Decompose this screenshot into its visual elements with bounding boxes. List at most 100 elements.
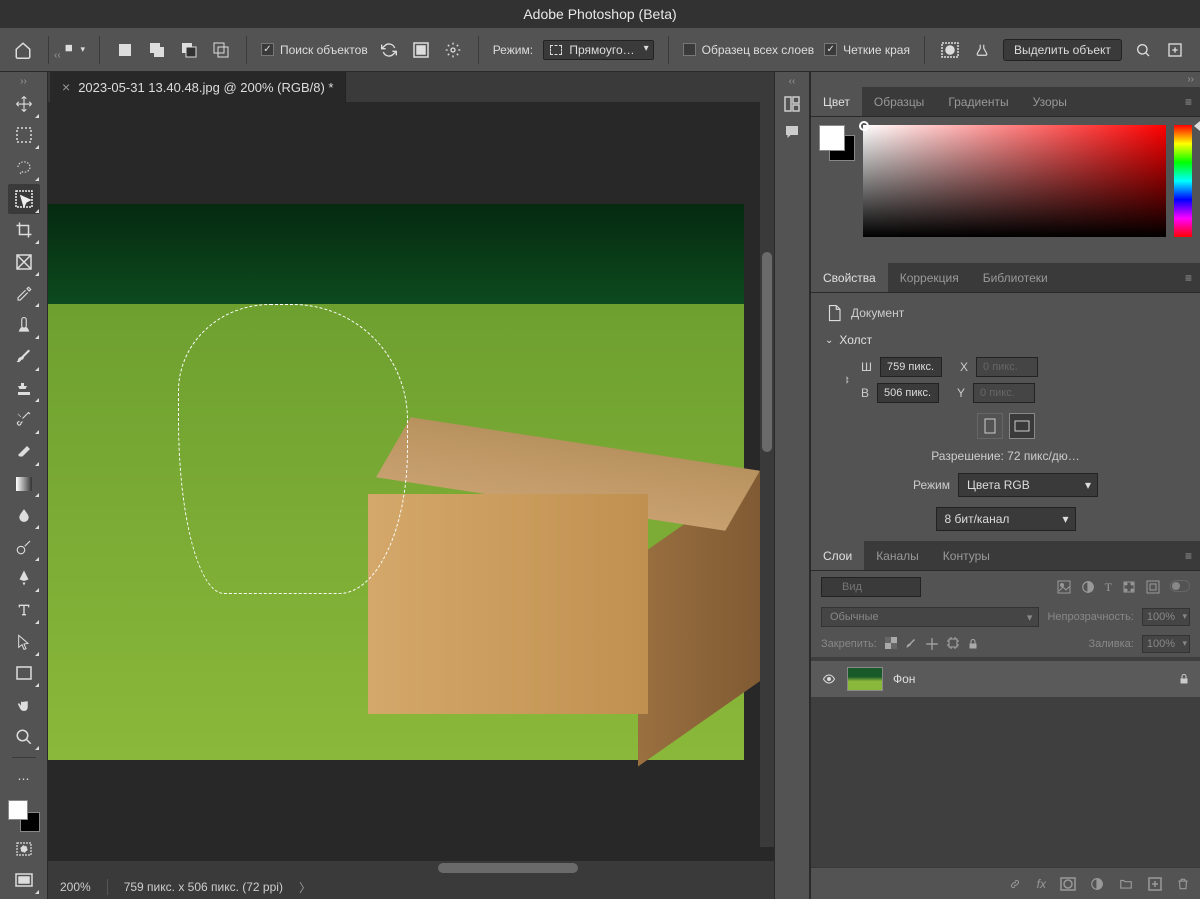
fill-value[interactable]: 100%	[1142, 635, 1190, 653]
select-mask-icon[interactable]	[939, 39, 961, 61]
quick-mask-icon[interactable]	[8, 834, 40, 864]
eraser-tool[interactable]	[8, 437, 40, 467]
select-subject-button[interactable]: Выделить объект	[1003, 39, 1122, 61]
tab-layers[interactable]: Слои	[811, 541, 864, 570]
add-selection-icon[interactable]	[146, 39, 168, 61]
tab-patterns[interactable]: Узоры	[1021, 87, 1079, 116]
tab-properties[interactable]: Свойства	[811, 263, 888, 292]
arrange-icon[interactable]	[781, 93, 803, 115]
hue-slider[interactable]	[1174, 125, 1192, 237]
filter-adjustment-icon[interactable]	[1081, 580, 1095, 595]
new-layer-icon[interactable]	[1148, 877, 1162, 891]
lock-transparency-icon[interactable]	[885, 637, 897, 651]
gear-icon[interactable]	[442, 39, 464, 61]
lock-all-icon[interactable]	[967, 637, 979, 651]
color-swatches[interactable]	[8, 800, 40, 832]
clone-stamp-tool[interactable]	[8, 374, 40, 404]
refresh-icon[interactable]	[378, 39, 400, 61]
new-adjustment-layer-icon[interactable]	[1090, 877, 1104, 891]
crop-tool[interactable]	[8, 216, 40, 246]
collapse-toolbar-icon[interactable]: ››	[14, 76, 33, 87]
saturation-value-picker[interactable]	[863, 125, 1166, 237]
canvas-viewport[interactable]	[48, 102, 774, 861]
filter-shape-icon[interactable]	[1122, 580, 1136, 595]
blur-tool[interactable]	[8, 500, 40, 530]
canvas[interactable]	[48, 204, 744, 760]
new-group-icon[interactable]	[1118, 877, 1134, 891]
tab-color[interactable]: Цвет	[811, 87, 862, 116]
tab-channels[interactable]: Каналы	[864, 541, 931, 570]
add-mask-icon[interactable]	[1060, 877, 1076, 891]
sample-all-layers-checkbox[interactable]: Образец всех слоев	[683, 43, 815, 57]
rectangle-tool[interactable]	[8, 659, 40, 689]
expand-left-icon[interactable]: ‹‹	[48, 50, 67, 61]
frame-tool[interactable]	[8, 247, 40, 277]
eyedropper-tool[interactable]	[8, 279, 40, 309]
mode-select[interactable]: Прямоуго…	[543, 40, 654, 60]
screen-mode-icon[interactable]	[8, 865, 40, 895]
tab-paths[interactable]: Контуры	[931, 541, 1002, 570]
filter-type-icon[interactable]: T	[1105, 580, 1112, 595]
object-selection-tool[interactable]	[8, 184, 40, 214]
visibility-toggle-icon[interactable]	[821, 673, 837, 685]
path-selection-tool[interactable]	[8, 627, 40, 657]
bit-depth-select[interactable]: 8 бит/канал	[936, 507, 1076, 531]
properties-panel-menu-icon[interactable]: ≡	[1177, 263, 1200, 292]
comments-icon[interactable]	[781, 121, 803, 143]
blend-mode-select[interactable]: Обычные	[821, 607, 1039, 627]
close-tab-icon[interactable]: ×	[62, 79, 70, 95]
layer-row[interactable]: Фон	[811, 661, 1200, 697]
status-more-icon[interactable]: 〉	[299, 879, 311, 896]
horizontal-scrollbar[interactable]	[48, 861, 774, 875]
layers-panel-menu-icon[interactable]: ≡	[1177, 541, 1200, 570]
lasso-tool[interactable]	[8, 152, 40, 182]
canvas-group-toggle[interactable]: ⌄ Холст	[825, 333, 1186, 347]
history-brush-tool[interactable]	[8, 405, 40, 435]
foreground-color-swatch[interactable]	[8, 800, 28, 820]
beaker-icon[interactable]	[971, 39, 993, 61]
opacity-value[interactable]: 100%	[1142, 608, 1190, 626]
zoom-tool[interactable]	[8, 722, 40, 752]
filter-smart-icon[interactable]	[1146, 580, 1160, 595]
layer-filter-input[interactable]	[821, 577, 921, 597]
tab-gradients[interactable]: Градиенты	[936, 87, 1020, 116]
brush-tool[interactable]	[8, 342, 40, 372]
hand-tool[interactable]	[8, 690, 40, 720]
panel-color-swatches[interactable]	[819, 125, 855, 161]
search-icon[interactable]	[1132, 39, 1154, 61]
lock-artboard-icon[interactable]	[947, 637, 959, 651]
find-objects-checkbox[interactable]: ✓ Поиск объектов	[261, 43, 368, 57]
pen-tool[interactable]	[8, 564, 40, 594]
layer-effects-icon[interactable]: fx	[1037, 877, 1046, 891]
lock-pixels-icon[interactable]	[905, 637, 917, 651]
healing-brush-tool[interactable]	[8, 310, 40, 340]
home-icon[interactable]	[12, 39, 34, 61]
intersect-selection-icon[interactable]	[210, 39, 232, 61]
orientation-landscape-button[interactable]	[1009, 413, 1035, 439]
tab-adjustments[interactable]: Коррекция	[888, 263, 971, 292]
type-tool[interactable]	[8, 595, 40, 625]
share-icon[interactable]	[1164, 39, 1186, 61]
tab-libraries[interactable]: Библиотеки	[971, 263, 1060, 292]
hard-edges-checkbox[interactable]: ✓ Четкие края	[824, 43, 910, 57]
vertical-scrollbar[interactable]	[760, 102, 774, 847]
link-layers-icon[interactable]	[1007, 878, 1023, 890]
layer-lock-icon[interactable]	[1178, 672, 1190, 686]
edit-toolbar-icon[interactable]: ⋯	[8, 764, 40, 794]
new-selection-icon[interactable]	[114, 39, 136, 61]
color-mode-select[interactable]: Цвета RGB	[958, 473, 1098, 497]
link-dimensions-icon[interactable]	[841, 368, 853, 392]
marquee-tool[interactable]	[8, 121, 40, 151]
lock-position-icon[interactable]	[925, 637, 939, 651]
color-panel-menu-icon[interactable]: ≡	[1177, 87, 1200, 116]
overlay-settings-icon[interactable]	[410, 39, 432, 61]
width-input[interactable]	[880, 357, 942, 377]
subtract-selection-icon[interactable]	[178, 39, 200, 61]
zoom-level[interactable]: 200%	[60, 880, 91, 894]
filter-pixel-icon[interactable]	[1057, 580, 1071, 595]
delete-layer-icon[interactable]	[1176, 876, 1190, 892]
document-tab[interactable]: × 2023-05-31 13.40.48.jpg @ 200% (RGB/8)…	[50, 72, 346, 102]
gradient-tool[interactable]	[8, 469, 40, 499]
dodge-tool[interactable]	[8, 532, 40, 562]
expand-mid-icon[interactable]: ‹‹	[783, 76, 802, 87]
